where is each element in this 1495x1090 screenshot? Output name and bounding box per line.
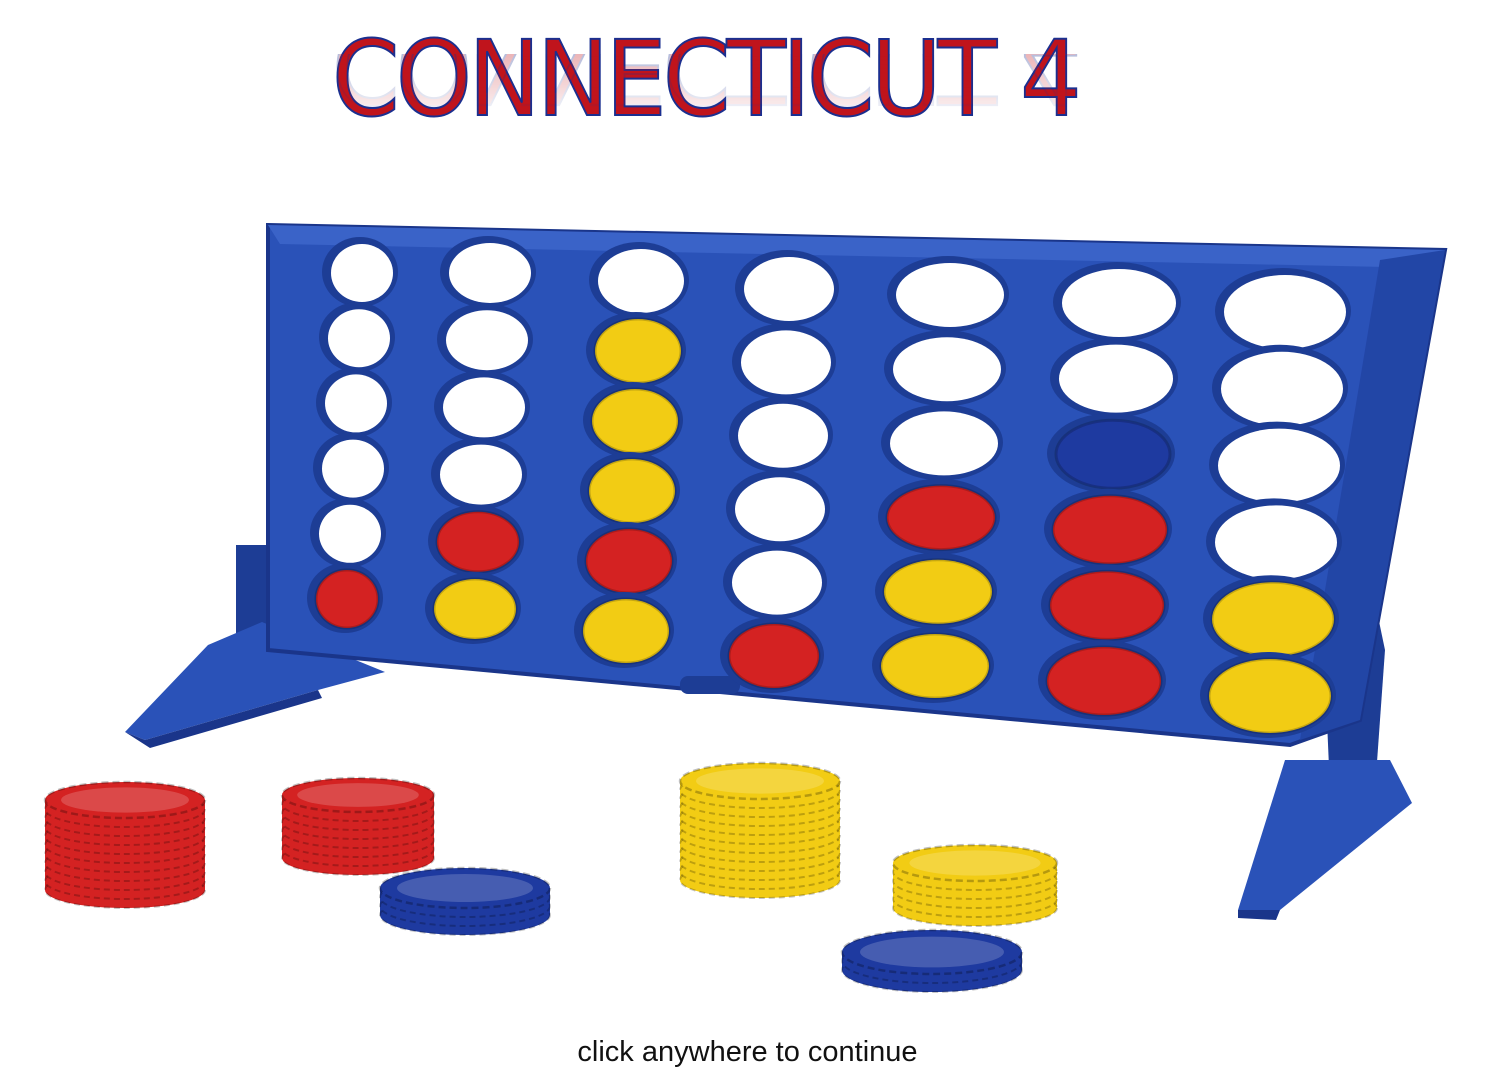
board-slot-r2-c7 — [1212, 344, 1348, 431]
blue-chip-stack — [378, 866, 552, 936]
board-slot-r2-c3 — [586, 312, 686, 388]
board-slot-r4-c5 — [878, 478, 1000, 555]
board-slot-r3-c3 — [583, 382, 683, 458]
board-slot-r6-c6 — [1038, 640, 1166, 720]
blue-chip-stack — [840, 928, 1024, 993]
red-chip-stack — [280, 776, 436, 876]
board-slot-r5-c1 — [310, 497, 386, 568]
connect-four-illustration — [43, 222, 1448, 993]
game-board — [266, 222, 1448, 748]
board-slot-r1-c3 — [589, 242, 689, 318]
board-slot-r4-c7 — [1206, 498, 1342, 585]
board-slot-r4-c3 — [580, 452, 680, 528]
board-slot-r3-c6 — [1047, 413, 1175, 494]
continue-prompt: click anywhere to continue — [577, 1036, 918, 1068]
board-slot-r2-c4 — [732, 323, 836, 400]
board-slot-r1-c1 — [322, 237, 398, 307]
board-slot-r5-c7 — [1203, 575, 1339, 662]
board-slot-r6-c2 — [425, 572, 521, 644]
board-slot-r1-c5 — [887, 256, 1009, 332]
board-slot-r5-c2 — [428, 504, 524, 577]
red-chip-stack — [43, 780, 207, 909]
board-slot-r5-c3 — [577, 522, 677, 598]
board-slot-r5-c5 — [875, 552, 997, 629]
board-slot-r1-c2 — [440, 236, 536, 308]
board-slot-r6-c5 — [872, 627, 994, 703]
yellow-chip-stack — [678, 761, 842, 899]
board-slot-r6-c4 — [720, 617, 824, 693]
board-slot-r2-c2 — [437, 303, 533, 376]
board-slot-r4-c1 — [313, 432, 389, 503]
board-slot-r4-c4 — [726, 470, 830, 547]
chip-stacks — [43, 761, 1059, 993]
board-slot-r3-c2 — [434, 370, 530, 443]
board-slot-r2-c6 — [1050, 337, 1178, 418]
board-slot-r5-c6 — [1041, 564, 1169, 645]
board-slot-r6-c3 — [574, 592, 674, 668]
board-slot-r2-c5 — [884, 330, 1006, 407]
board-slot-r1-c6 — [1053, 262, 1181, 342]
board-slot-r3-c1 — [316, 367, 392, 438]
board-slot-r6-c7 — [1200, 652, 1336, 738]
board-slot-r3-c7 — [1209, 421, 1345, 508]
board-slot-r1-c7 — [1215, 268, 1351, 354]
board-slot-r4-c2 — [431, 437, 527, 510]
board-slot-r2-c1 — [319, 302, 395, 373]
board-slot-r1-c4 — [735, 250, 839, 326]
title-screen[interactable]: CONNECTICUT 4 CONNECTICUT 4 click anywhe… — [0, 0, 1495, 1090]
board-slot-r3-c5 — [881, 404, 1003, 481]
board-slot-r5-c4 — [723, 543, 827, 620]
yellow-chip-stack — [891, 843, 1059, 927]
board-slot-r3-c4 — [729, 396, 833, 473]
board-slot-r6-c1 — [307, 563, 383, 633]
board-slot-r4-c6 — [1044, 488, 1172, 569]
